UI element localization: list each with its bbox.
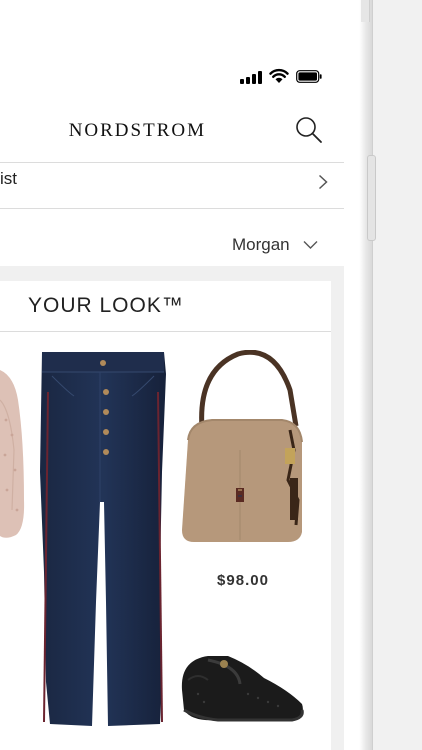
phone-frame bbox=[344, 0, 373, 750]
top-bar bbox=[0, 0, 344, 50]
look-card-title: YOUR LOOK™ bbox=[28, 294, 184, 317]
phone-frame-detail bbox=[361, 0, 370, 22]
jeans-image[interactable] bbox=[38, 352, 170, 732]
background bbox=[372, 0, 422, 750]
nav-list-row-label: ist bbox=[0, 169, 17, 188]
chevron-down-icon bbox=[303, 241, 318, 249]
search-icon[interactable] bbox=[294, 115, 324, 145]
handbag-price: $98.00 bbox=[217, 572, 269, 589]
user-selector[interactable]: Morgan bbox=[0, 209, 344, 266]
nav-list-row[interactable]: ist bbox=[0, 163, 344, 209]
battery-icon bbox=[296, 70, 322, 83]
look-card-header: YOUR LOOK™ bbox=[0, 281, 331, 332]
phone-side-button bbox=[367, 155, 376, 241]
status-bar bbox=[0, 50, 344, 102]
app-header: NORDSTROM bbox=[0, 102, 344, 163]
brand-logo[interactable]: NORDSTROM bbox=[0, 120, 206, 142]
shoe-image[interactable] bbox=[178, 650, 308, 730]
chevron-right-icon bbox=[318, 174, 328, 190]
look-card-body: $98.00 bbox=[0, 332, 331, 750]
sweater-image[interactable] bbox=[0, 360, 30, 540]
wifi-icon bbox=[269, 68, 289, 83]
signal-icon bbox=[240, 71, 262, 84]
handbag-image[interactable] bbox=[178, 350, 308, 550]
app-screen: NORDSTROM ist Morgan YOUR LOOK™ $98.00 bbox=[0, 0, 344, 750]
user-name: Morgan bbox=[232, 235, 290, 254]
